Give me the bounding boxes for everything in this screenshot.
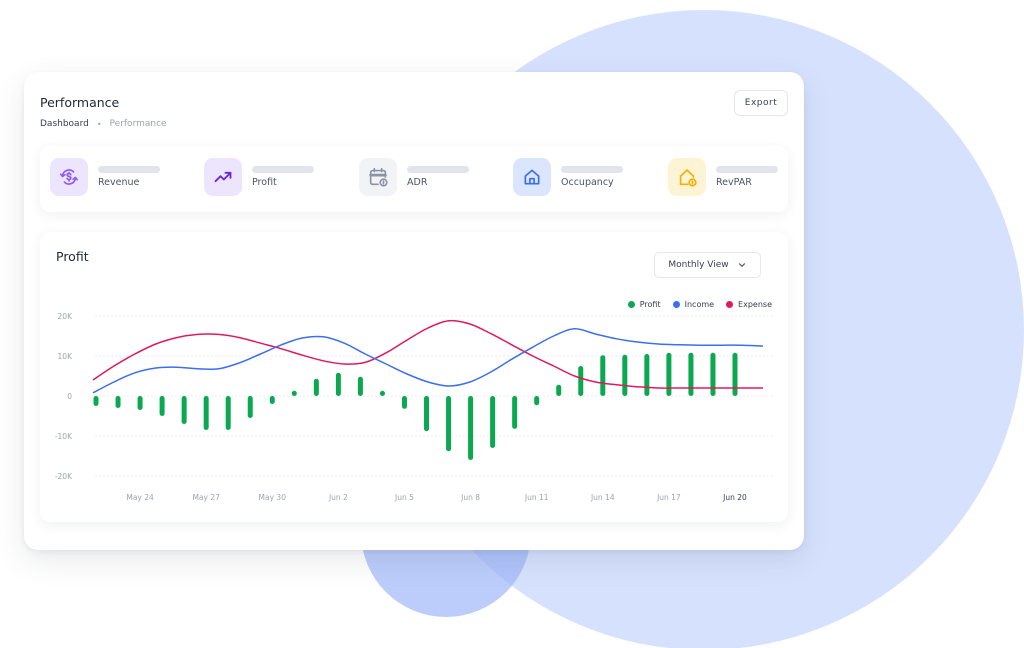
profit-chart-card: Profit Monthly View Profit Income Expens… [40, 232, 788, 522]
profit-bar [600, 355, 606, 396]
profit-bar [490, 396, 496, 448]
performance-panel: Performance Dashboard • Performance Expo… [24, 72, 804, 550]
x-tick-label: Jun 5 [394, 493, 414, 502]
kpi-label: ADR [407, 177, 428, 188]
profit-bar [578, 366, 584, 396]
x-tick-label: Jun 8 [460, 493, 480, 502]
profit-bar [644, 354, 650, 396]
x-tick-label: May 27 [192, 493, 220, 502]
home-icon [513, 158, 551, 196]
profit-bar [313, 378, 319, 396]
x-tick-label: Jun 2 [328, 493, 348, 502]
profit-bar [666, 352, 672, 396]
profit-bar [710, 352, 716, 396]
breadcrumb-performance: Performance [109, 119, 167, 129]
profit-bar [622, 354, 628, 396]
kpi-revenue[interactable]: Revenue [50, 158, 160, 196]
profit-bar [203, 396, 209, 430]
x-tick-label: Jun 20 [722, 493, 747, 502]
trending-up-icon [204, 158, 242, 196]
x-tick-label: Jun 17 [656, 493, 681, 502]
profit-bar [137, 396, 143, 410]
breadcrumb-separator: • [96, 119, 102, 129]
page-title: Performance [40, 95, 120, 110]
profit-chart: 20K 10K 0 -10K -20K May 24 May 27 May 30 Jun 2 Ju… [55, 312, 775, 502]
kpi-label: Profit [252, 177, 277, 188]
x-tick-label: Jun 14 [590, 493, 615, 502]
breadcrumb: Dashboard • Performance [40, 119, 167, 129]
profit-bar [379, 390, 385, 396]
y-tick-label: 10K [58, 352, 74, 361]
kpi-value-placeholder [252, 166, 314, 173]
kpi-value-placeholder [716, 166, 778, 173]
profit-bar [159, 396, 165, 416]
kpi-value-placeholder [561, 166, 623, 173]
expense-line [92, 319, 763, 389]
profit-bar [534, 396, 540, 406]
kpi-adr[interactable]: ADR [359, 158, 469, 196]
home-dollar-icon [668, 158, 706, 196]
kpi-profit[interactable]: Profit [204, 158, 314, 196]
profit-bar [446, 396, 452, 452]
profit-bar [512, 396, 518, 429]
profit-bar [291, 390, 297, 396]
currency-exchange-icon [50, 158, 88, 196]
profit-bar [225, 396, 231, 430]
kpi-label: RevPAR [716, 177, 752, 188]
profit-bar [556, 384, 562, 396]
kpi-revpar[interactable]: RevPAR [668, 158, 778, 196]
y-tick-label: -20K [55, 472, 73, 481]
profit-bar [468, 396, 474, 460]
profit-bar [247, 396, 253, 418]
profit-bar [93, 396, 99, 406]
profit-bar [357, 376, 363, 396]
kpi-occupancy[interactable]: Occupancy [513, 158, 623, 196]
kpi-label: Occupancy [561, 177, 614, 188]
kpi-label: Revenue [98, 177, 140, 188]
profit-bar [732, 352, 738, 396]
y-tick-label: 20K [58, 312, 74, 321]
breadcrumb-dashboard[interactable]: Dashboard [40, 119, 89, 129]
x-tick-label: May 24 [126, 493, 154, 502]
kpi-value-placeholder [407, 166, 469, 173]
export-button[interactable]: Export [734, 90, 788, 116]
x-tick-label: May 30 [259, 493, 287, 502]
profit-bar [269, 396, 275, 404]
y-tick-label: -10K [55, 432, 73, 441]
kpi-value-placeholder [98, 166, 160, 173]
income-line [92, 328, 764, 394]
profit-bar [181, 396, 187, 424]
y-tick-label: 0 [67, 392, 72, 401]
profit-bar [335, 372, 341, 396]
profit-bar [115, 396, 121, 408]
x-tick-label: Jun 11 [524, 493, 549, 502]
calendar-dollar-icon [359, 158, 397, 196]
kpi-summary-card: Revenue Profit ADR Occupancy RevPAR [40, 146, 788, 212]
profit-bar [688, 352, 694, 396]
profit-bar [424, 396, 430, 432]
profit-bar [401, 396, 407, 409]
